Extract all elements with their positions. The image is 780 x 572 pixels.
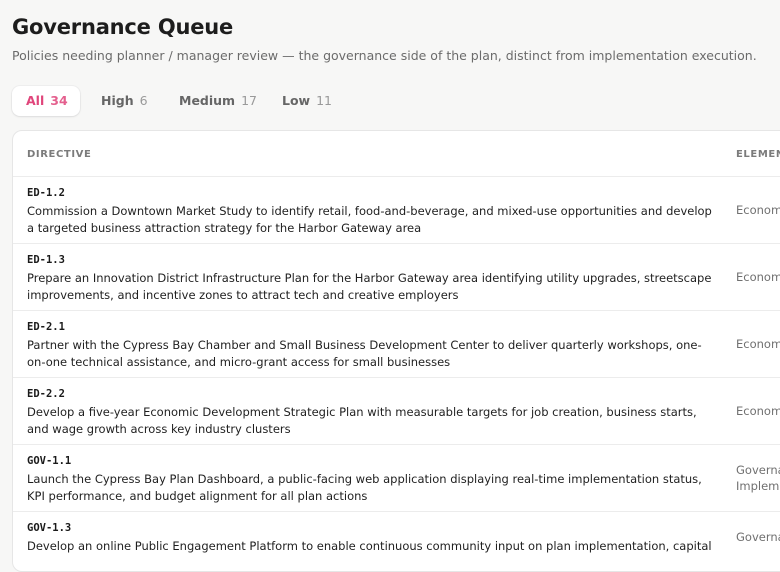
directive-code: GOV-1.3 xyxy=(27,522,72,534)
element-value: Econom xyxy=(736,404,780,418)
tab-high[interactable]: High 6 xyxy=(87,86,157,116)
element-value: Governa xyxy=(736,530,780,544)
element-value: Econom xyxy=(736,203,780,217)
tab-low[interactable]: Low 11 xyxy=(268,86,338,116)
directive-description: Develop a five-year Economic Development… xyxy=(27,405,697,436)
directive-description: Commission a Downtown Market Study to id… xyxy=(27,204,712,235)
column-header-directive[interactable]: DIRECTIVE xyxy=(27,149,91,160)
directive-description: Partner with the Cypress Bay Chamber and… xyxy=(27,338,702,369)
element-value: Governa Impleme xyxy=(736,463,780,493)
element-value: Econom xyxy=(736,270,780,284)
directive-code: ED-1.3 xyxy=(27,254,65,266)
tab-all[interactable]: All 34 xyxy=(12,86,80,116)
tab-all-count: 34 xyxy=(50,93,68,108)
table-row[interactable]: ED-1.2 Commission a Downtown Market Stud… xyxy=(13,177,780,244)
column-header-element[interactable]: ELEMEN xyxy=(736,149,780,160)
directive-description: Develop an online Public Engagement Plat… xyxy=(27,539,712,553)
tab-medium[interactable]: Medium 17 xyxy=(165,86,260,116)
page-title: Governance Queue xyxy=(12,15,234,39)
tab-low-label: Low xyxy=(282,93,311,108)
governance-table: DIRECTIVE ELEMEN ED-1.2 Commission a Dow… xyxy=(12,130,780,572)
table-row[interactable]: GOV-1.1 Launch the Cypress Bay Plan Dash… xyxy=(13,445,780,512)
directive-description: Launch the Cypress Bay Plan Dashboard, a… xyxy=(27,472,702,503)
tab-medium-label: Medium xyxy=(179,93,236,108)
directive-description: Prepare an Innovation District Infrastru… xyxy=(27,271,712,302)
directive-code: ED-2.2 xyxy=(27,388,65,400)
table-row[interactable]: ED-2.1 Partner with the Cypress Bay Cham… xyxy=(13,311,780,378)
tab-high-label: High xyxy=(101,93,134,108)
directive-code: GOV-1.1 xyxy=(27,455,72,467)
tab-all-label: All xyxy=(26,93,45,108)
table-row[interactable]: ED-1.3 Prepare an Innovation District In… xyxy=(13,244,780,311)
tab-high-count: 6 xyxy=(139,93,148,108)
table-row[interactable]: ED-2.2 Develop a five-year Economic Deve… xyxy=(13,378,780,445)
element-value: Econom xyxy=(736,337,780,351)
table-header: DIRECTIVE ELEMEN xyxy=(13,131,780,177)
tab-low-count: 11 xyxy=(316,93,333,108)
directive-code: ED-1.2 xyxy=(27,187,65,199)
table-row[interactable]: GOV-1.3 Develop an online Public Engagem… xyxy=(13,512,780,571)
tab-medium-count: 17 xyxy=(241,93,257,108)
page-subtitle: Policies needing planner / manager revie… xyxy=(12,48,757,63)
directive-code: ED-2.1 xyxy=(27,321,65,333)
